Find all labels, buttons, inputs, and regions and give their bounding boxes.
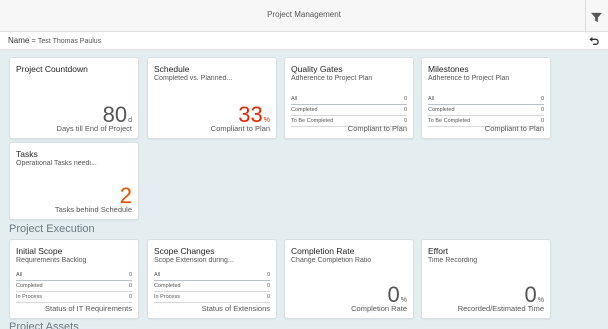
- list-item: In Process 0: [154, 292, 270, 303]
- kpi-unit: %: [263, 117, 270, 124]
- tile-subtitle: Requirements Backlog: [16, 257, 87, 264]
- status-rows: All 0 Completed 0 In Process 0: [154, 270, 270, 303]
- list-item: Completed 0: [428, 105, 544, 116]
- kpi-value: 33%: [238, 102, 270, 127]
- tile-subtitle: Change Completion Ratio: [291, 257, 372, 264]
- tile-title: Tasks: [16, 149, 38, 159]
- section-title-assets: Project Assets: [9, 321, 79, 329]
- kpi-value: 2: [119, 183, 132, 208]
- tile-title: Scope Changes: [154, 246, 215, 256]
- tile-schedule[interactable]: Schedule Completed vs. Planned... 33% Co…: [147, 57, 277, 139]
- list-item: All 0: [428, 94, 544, 105]
- tile-title: Quality Gates: [291, 64, 343, 74]
- list-item: Completed 0: [154, 281, 270, 292]
- kpi-unit: d: [128, 117, 132, 124]
- shell-header: Project Management: [0, 0, 608, 32]
- tile-subtitle: Adherence to Project Plan: [291, 75, 373, 82]
- status-rows: All 0 Completed 0 To Be Completed 0: [291, 94, 407, 127]
- tile-tasks[interactable]: Tasks Operational Tasks needi... 2 Tasks…: [9, 142, 139, 220]
- tile-subtitle: Scope Extension during...: [154, 257, 234, 264]
- filter-icon[interactable]: [591, 12, 602, 23]
- tile-footer: Completion Rate: [351, 304, 407, 313]
- kpi-value: 0%: [387, 282, 407, 307]
- undo-icon[interactable]: [589, 36, 599, 46]
- tile-footer: Status of Extensions: [201, 304, 270, 313]
- kpi-unit: %: [400, 297, 407, 304]
- tile-footer: Tasks behind Schedule: [54, 205, 132, 214]
- section-title-execution: Project Execution: [9, 223, 95, 235]
- tile-title: Schedule: [154, 64, 190, 74]
- filter-bar: Name = Test Thomas Paulus: [0, 32, 608, 50]
- tile-footer: Compliant to Plan: [347, 124, 407, 133]
- list-item: Completed 0: [16, 281, 132, 292]
- name-filter[interactable]: Name = Test Thomas Paulus: [8, 36, 101, 45]
- tile-effort[interactable]: Effort Time Recording 0% Recorded/Estima…: [421, 239, 551, 319]
- tile-initial-scope[interactable]: Initial Scope Requirements Backlog All 0 …: [9, 239, 139, 319]
- tile-title: Milestones: [428, 64, 469, 74]
- kpi-value: 80d: [102, 102, 132, 127]
- status-rows: All 0 Completed 0 In Process 0: [16, 270, 132, 303]
- app-title: Project Management: [267, 10, 341, 19]
- name-filter-operator: =: [31, 38, 36, 45]
- tile-title: Completion Rate: [291, 246, 355, 256]
- kpi-unit: %: [537, 297, 544, 304]
- tile-area: Project Countdown 80d Days till End of P…: [0, 51, 608, 329]
- tile-subtitle: Adherence to Project Plan: [428, 75, 510, 82]
- list-item: All 0: [154, 270, 270, 281]
- tile-footer: Recorded/Estimated Time: [457, 304, 544, 313]
- tile-completion-rate[interactable]: Completion Rate Change Completion Ratio …: [284, 239, 414, 319]
- tile-footer: Compliant to Plan: [210, 124, 270, 133]
- tile-subtitle: Time Recording: [428, 257, 478, 264]
- name-filter-value: Test Thomas Paulus: [37, 38, 102, 45]
- list-item: Completed 0: [291, 105, 407, 116]
- kpi-value: 0%: [524, 282, 544, 307]
- name-filter-label: Name: [8, 36, 30, 45]
- status-rows: All 0 Completed 0 To Be Completed 0: [428, 94, 544, 127]
- tile-title: Project Countdown: [16, 64, 88, 74]
- tile-project-countdown[interactable]: Project Countdown 80d Days till End of P…: [9, 57, 139, 139]
- tile-footer: Days till End of Project: [56, 124, 132, 133]
- tile-footer: Compliant to Plan: [484, 124, 544, 133]
- tile-title: Effort: [428, 246, 449, 256]
- list-item: All 0: [291, 94, 407, 105]
- tile-subtitle: Operational Tasks needi...: [16, 160, 97, 167]
- tile-quality-gates[interactable]: Quality Gates Adherence to Project Plan …: [284, 57, 414, 139]
- tile-subtitle: Completed vs. Planned...: [154, 75, 233, 82]
- header-divider: [585, 0, 586, 32]
- tile-milestones[interactable]: Milestones Adherence to Project Plan All…: [421, 57, 551, 139]
- list-item: In Process 0: [16, 292, 132, 303]
- tile-title: Initial Scope: [16, 246, 63, 256]
- tile-footer: Status of IT Requirements: [45, 304, 132, 313]
- tile-scope-changes[interactable]: Scope Changes Scope Extension during... …: [147, 239, 277, 319]
- list-item: All 0: [16, 270, 132, 281]
